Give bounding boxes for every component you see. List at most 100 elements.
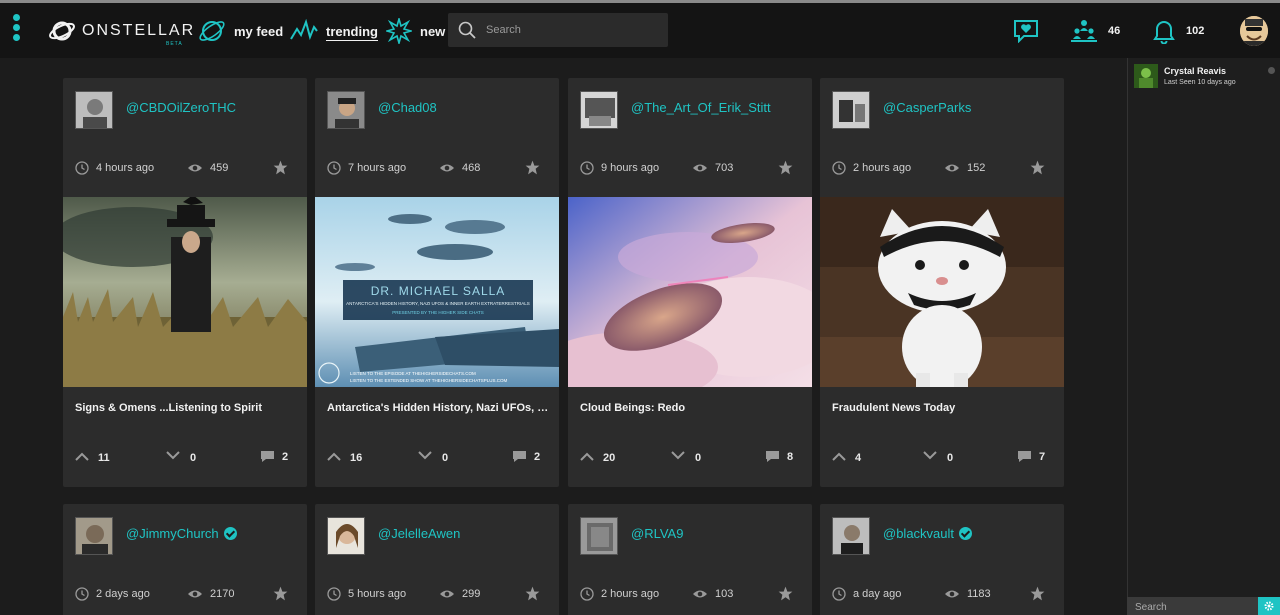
card-stats: 5 hours ago 299 [315,584,559,606]
chat-settings-button[interactable] [1258,597,1280,615]
author-avatar[interactable] [75,517,113,555]
author-handle[interactable]: @JimmyChurch [126,526,237,541]
star-icon[interactable] [273,160,288,175]
post-thumbnail[interactable] [820,197,1064,387]
post-title[interactable]: Cloud Beings: Redo [580,402,802,414]
messages-button[interactable] [1013,15,1039,47]
star-icon[interactable] [778,160,793,175]
chat-search-box[interactable] [1127,597,1258,615]
notifications-count: 102 [1186,25,1205,37]
star-icon[interactable] [1030,160,1045,175]
post-card: @blackvault a day ago 1183 [820,504,1064,615]
author-avatar-image [581,518,617,554]
comment-icon[interactable] [512,450,527,463]
post-image-raven-field [63,197,307,387]
star-icon[interactable] [525,160,540,175]
search-box[interactable] [448,13,668,47]
card-stats: 2 hours ago 103 [568,584,812,606]
trending-pulse-icon [290,19,318,41]
downvote-icon[interactable] [418,451,432,461]
poster-presented: PRESENTED BY THE HIGHER SIDE CHATS [392,310,484,315]
post-title[interactable]: Signs & Omens ...Listening to Spirit [75,402,297,414]
downvote-icon[interactable] [166,451,180,461]
author-avatar[interactable] [832,517,870,555]
post-image-cat [820,197,1064,387]
author-handle[interactable]: @RLVA9 [631,526,683,541]
author-avatar-image [833,92,869,128]
post-title[interactable]: Antarctica's Hidden History, Nazi UFOs, … [327,402,549,414]
comment-icon[interactable] [765,450,780,463]
post-image-cloud-beings [568,197,812,387]
upvote-icon[interactable] [580,451,594,461]
nav-my-feed[interactable]: my feed [198,16,283,46]
upvote-icon[interactable] [327,451,341,461]
author-avatar[interactable] [75,91,113,129]
post-thumbnail[interactable] [568,197,812,387]
comment-icon[interactable] [260,450,275,463]
upvote-count: 11 [98,452,110,464]
chat-contact[interactable]: Crystal Reavis Last Seen 10 days ago [1134,64,1274,90]
feed-grid: @CBDOilZeroTHC 4 hours ago 459 Signs & O… [0,58,1127,615]
eye-icon [188,164,202,172]
nav-trending[interactable]: trending [290,16,378,46]
author-handle[interactable]: @CasperParks [883,100,971,115]
post-card: @CasperParks 2 hours ago 152 Fraudulent … [820,78,1064,487]
card-header: @JelelleAwen [315,504,559,566]
eye-icon [693,590,707,598]
search-input[interactable] [486,24,646,36]
clock-icon [327,161,341,175]
downvote-icon[interactable] [923,451,937,461]
poster-subtitle: ANTARCTICA'S HIDDEN HISTORY, NAZI UFOS &… [346,301,530,306]
planet-icon [199,21,225,41]
author-avatar[interactable] [327,517,365,555]
author-avatar-image [833,518,869,554]
author-avatar[interactable] [580,91,618,129]
author-handle[interactable]: @JelelleAwen [378,526,460,541]
star-icon[interactable] [525,586,540,601]
author-handle[interactable]: @The_Art_Of_Erik_Stitt [631,100,771,115]
clock-icon [580,161,594,175]
card-header: @Chad08 [315,78,559,140]
author-handle[interactable]: @Chad08 [378,100,437,115]
card-header: @The_Art_Of_Erik_Stitt [568,78,812,140]
author-avatar[interactable] [327,91,365,129]
eye-icon [440,590,454,598]
post-title[interactable]: Fraudulent News Today [832,402,1054,414]
author-avatar-image [581,92,617,128]
verified-badge-icon [223,527,237,540]
post-card: @JimmyChurch 2 days ago 2170 [63,504,307,615]
chat-search-input[interactable] [1127,598,1258,615]
author-avatar-image [328,518,364,554]
nav-my-feed-label: my feed [234,23,284,39]
star-icon[interactable] [1030,586,1045,601]
user-avatar-image [1240,16,1268,46]
upvote-icon[interactable] [832,451,846,461]
post-thumbnail[interactable] [63,197,307,387]
author-handle[interactable]: @CBDOilZeroTHC [126,100,236,115]
star-icon[interactable] [778,586,793,601]
connections-button[interactable]: 46 [1070,15,1120,47]
post-time: 7 hours ago [348,162,407,174]
post-thumbnail[interactable]: DR. MICHAEL SALLA ANTARCTICA'S HIDDEN HI… [315,197,559,387]
downvote-icon[interactable] [671,451,685,461]
author-avatar[interactable] [832,91,870,129]
card-stats: 9 hours ago 703 [568,158,812,180]
user-avatar[interactable] [1240,16,1268,46]
connections-count: 46 [1108,25,1121,37]
menu-dots-icon[interactable] [9,14,23,44]
author-handle[interactable]: @blackvault [883,526,973,541]
view-count: 299 [462,588,481,600]
upvote-icon[interactable] [75,451,89,461]
author-avatar[interactable] [580,517,618,555]
clock-icon [832,161,846,175]
post-time: 4 hours ago [96,162,155,174]
downvote-count: 0 [190,452,197,464]
card-actions: 20 0 8 [568,448,812,468]
view-count: 152 [967,162,986,174]
post-image-salla-poster: DR. MICHAEL SALLA ANTARCTICA'S HIDDEN HI… [315,197,559,387]
notifications-button[interactable]: 102 [1152,15,1204,47]
onstellar-logo[interactable]: ONSTELLAR BETA [48,16,198,48]
comment-icon[interactable] [1017,450,1032,463]
star-icon[interactable] [273,586,288,601]
nav-new[interactable]: new [386,16,445,46]
